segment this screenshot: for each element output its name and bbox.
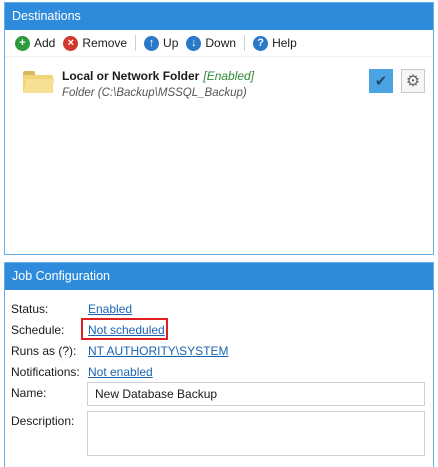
down-icon: ↓	[186, 35, 202, 51]
gear-icon: ⚙	[405, 73, 421, 90]
help-label: Help	[272, 36, 297, 50]
destinations-panel: Destinations + Add × Remove ↑ Up ↓ Down …	[4, 2, 434, 255]
up-button[interactable]: ↑ Up	[144, 35, 179, 51]
help-icon: ?	[253, 35, 269, 51]
schedule-label: Schedule:	[11, 323, 65, 337]
runas-label: Runs as (?):	[11, 344, 77, 358]
up-label: Up	[163, 36, 179, 50]
destination-status: [Enabled]	[203, 69, 255, 83]
destination-path: Folder (C:\Backup\MSSQL_Backup)	[62, 87, 247, 99]
status-link[interactable]: Enabled	[88, 302, 132, 316]
destination-title: Local or Network Folder [Enabled]	[62, 69, 255, 83]
notifications-link[interactable]: Not enabled	[88, 365, 153, 379]
runas-link[interactable]: NT AUTHORITY\SYSTEM	[88, 344, 228, 358]
down-button[interactable]: ↓ Down	[186, 35, 237, 51]
name-input[interactable]	[87, 382, 425, 406]
destinations-header: Destinations	[5, 3, 433, 30]
folder-icon	[23, 71, 55, 93]
description-label: Description:	[11, 414, 75, 428]
down-label: Down	[205, 36, 237, 50]
remove-icon: ×	[63, 35, 79, 51]
schedule-highlight-box	[81, 318, 168, 340]
add-button[interactable]: + Add	[15, 35, 56, 51]
job-configuration-header: Job Configuration	[5, 263, 433, 290]
job-configuration-panel: Job Configuration Status: Enabled Schedu…	[4, 262, 434, 467]
description-input[interactable]	[87, 411, 425, 456]
name-label: Name:	[11, 386, 47, 400]
add-icon: +	[15, 35, 30, 51]
add-label: Add	[34, 36, 56, 50]
help-button[interactable]: ? Help	[253, 35, 297, 51]
remove-label: Remove	[82, 36, 128, 50]
destination-settings-button[interactable]: ⚙	[401, 69, 425, 93]
destinations-toolbar: + Add × Remove ↑ Up ↓ Down ? Help	[5, 30, 433, 57]
up-icon: ↑	[144, 35, 160, 51]
check-icon: ✔	[374, 73, 388, 90]
status-label: Status:	[11, 302, 49, 316]
enable-toggle-button[interactable]: ✔	[369, 69, 393, 93]
toolbar-separator	[244, 35, 246, 51]
remove-button[interactable]: × Remove	[63, 35, 128, 51]
notifications-label: Notifications:	[11, 365, 80, 379]
toolbar-separator	[135, 35, 137, 51]
